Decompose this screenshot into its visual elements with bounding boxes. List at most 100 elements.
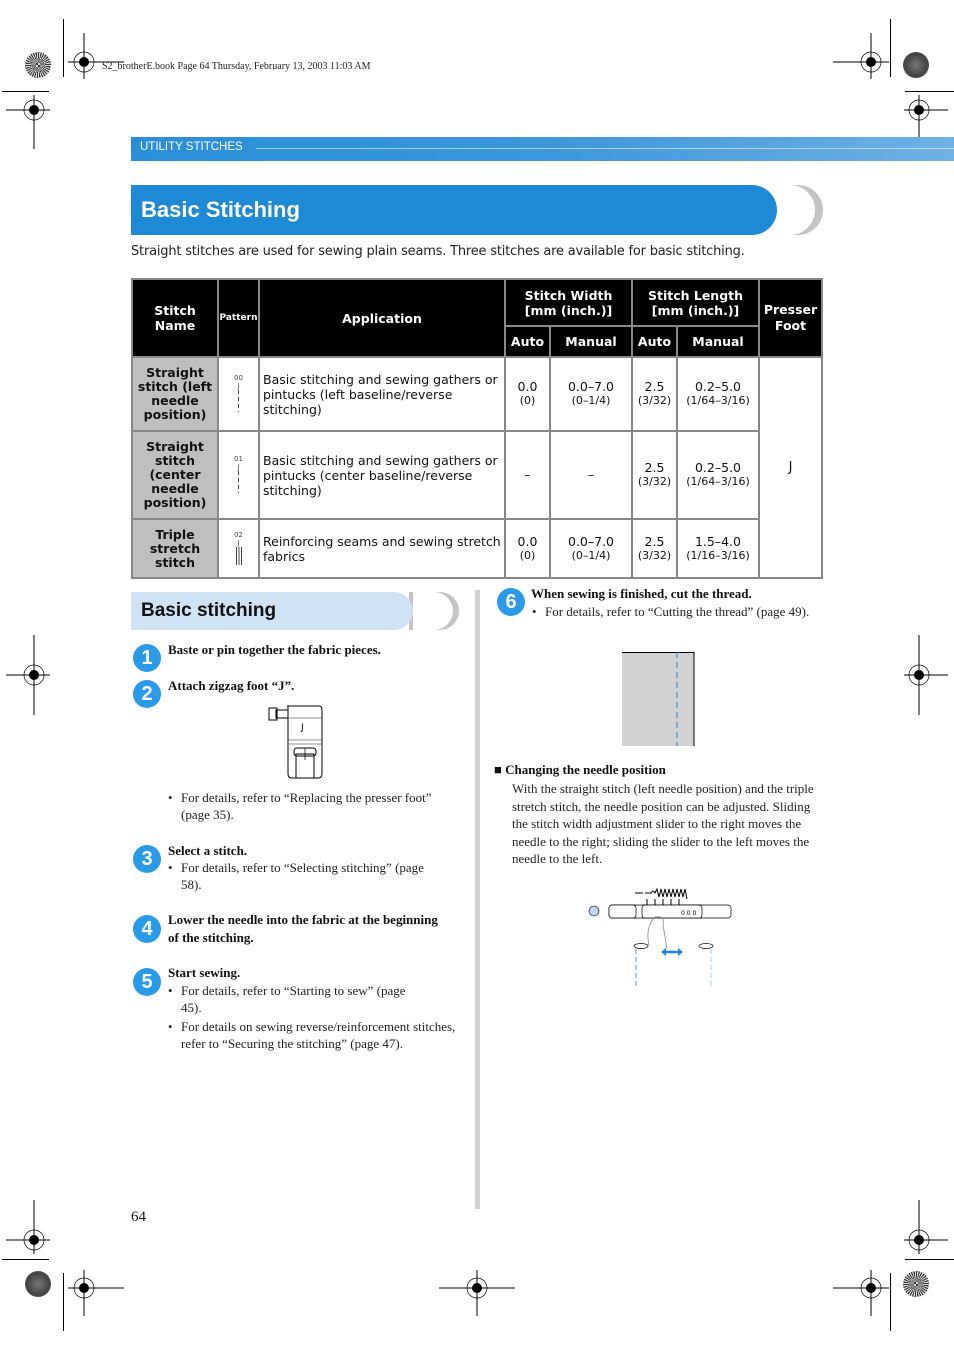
crop-line	[63, 19, 64, 77]
value-mm: 2.5	[644, 533, 665, 549]
registration-mark-icon	[833, 33, 889, 79]
stitch-name: Straight stitch (center needle position)	[131, 430, 219, 520]
stitch-table: Stitch Name Pattern Application Stitch W…	[131, 278, 823, 579]
pattern-number: 01	[234, 455, 243, 463]
zigzag-foot-j-illustration: J	[268, 705, 323, 779]
crop-line	[905, 1259, 954, 1260]
header-stitch-width: Stitch Width [mm (inch.)]	[504, 278, 633, 327]
value-mm: –	[587, 467, 595, 482]
value-mm: –	[524, 467, 531, 482]
value-mm: 0.2–5.0	[694, 379, 741, 394]
fabric-seam-illustration	[622, 652, 695, 746]
section-rule	[256, 148, 954, 149]
header-stitch-name: Stitch Name	[131, 278, 219, 358]
pattern-foot: J	[237, 538, 240, 547]
bullet-dot: •	[168, 983, 173, 998]
table-row: Triple stretch stitch 02 J Reinforcing s…	[131, 518, 822, 579]
needle-position-slider-illustration: 0 0 0	[588, 887, 732, 987]
step-title-4: Lower the needle into the fabric at the …	[168, 912, 438, 945]
width-auto: 0.0 (0)	[504, 356, 551, 432]
value-mm: 2.5	[644, 379, 665, 394]
color-target-icon	[25, 1271, 51, 1297]
bullet-text: For details, refer to “Selecting stitchi…	[181, 860, 424, 892]
step-title-2: Attach zigzag foot “J”.	[168, 678, 295, 693]
bullet-dot: •	[168, 1019, 173, 1034]
crop-line	[890, 1273, 891, 1331]
table-row: Straight stitch (center needle position)…	[131, 430, 822, 520]
value-inch: (1/16–3/16)	[686, 548, 750, 562]
page-title: Basic Stitching	[141, 197, 300, 222]
value-inch: (3/32)	[637, 475, 672, 488]
pattern-icon: 00 J	[217, 356, 260, 432]
bullet-dot: •	[168, 860, 173, 875]
note-body: With the straight stitch (left needle po…	[512, 781, 814, 866]
pattern-number: 00	[234, 374, 243, 382]
pattern-foot: J	[237, 463, 240, 471]
application: Reinforcing seams and sewing stretch fab…	[258, 518, 506, 579]
value-mm: 0.2–5.0	[694, 460, 741, 475]
step-badge-4: 4	[133, 915, 161, 943]
value-inch: (0)	[519, 548, 536, 562]
value-inch: (1/64–3/16)	[686, 394, 750, 407]
header-presser-foot: Presser Foot	[758, 278, 823, 358]
header-stitch-length-unit: [mm (inch.)]	[651, 302, 740, 318]
width-auto: 0.0 (0)	[504, 518, 551, 579]
length-auto: 2.5 (3/32)	[631, 518, 678, 579]
length-manual: 0.2–5.0 (1/64–3/16)	[676, 356, 760, 432]
width-manual: –	[549, 430, 633, 520]
value-inch: (0)	[519, 394, 536, 407]
column-divider	[475, 590, 480, 1209]
bullet-dot: •	[168, 790, 173, 805]
table-row: Straight stitch (left needle position) 0…	[131, 356, 823, 579]
value-mm: 0.0	[517, 379, 538, 394]
value-inch: (3/32)	[637, 394, 672, 407]
svg-text:0 0 0: 0 0 0	[681, 910, 696, 917]
value-inch: (3/32)	[637, 548, 672, 562]
pattern-foot: J	[237, 382, 240, 390]
step-2-bullet: • For details, refer to “Replacing the pr…	[168, 789, 461, 823]
color-target-icon	[903, 52, 929, 78]
step-badge-5: 5	[133, 968, 161, 996]
note-heading-text: Changing the needle position	[505, 762, 666, 777]
step-title-5: Start sewing.	[168, 965, 241, 980]
step-title-1: Baste or pin together the fabric pieces.	[168, 642, 381, 657]
triple-stitch-icon	[235, 546, 242, 565]
application: Basic stitching and sewing gathers or pi…	[258, 430, 506, 520]
value-mm: 1.5–4.0	[694, 533, 741, 549]
bullet-dot: •	[532, 604, 537, 619]
step-badge-6: 6	[497, 588, 525, 616]
crop-line	[2, 1259, 49, 1260]
bullet-text: For details on sewing reverse/reinforcem…	[181, 1019, 456, 1051]
file-header: S2_brotherE.book Page 64 Thursday, Febru…	[102, 61, 371, 72]
foot-label: J	[300, 723, 304, 733]
length-manual: 1.5–4.0 (1/16–3/16)	[676, 518, 760, 579]
registration-mark-icon	[904, 1200, 948, 1254]
registration-mark-icon	[6, 95, 50, 149]
step-badge-3: 3	[133, 845, 161, 873]
header-pattern: Pattern	[217, 278, 260, 358]
registration-mark-icon	[6, 1200, 50, 1254]
straight-stitch-icon	[238, 390, 239, 412]
value-mm: 0.0	[517, 533, 538, 549]
header-stitch-length-label: Stitch Length	[647, 287, 744, 303]
header-width-manual: Manual	[549, 325, 633, 358]
header-stitch-width-unit: [mm (inch.)]	[524, 302, 613, 318]
header-stitch-width-label: Stitch Width	[524, 287, 613, 303]
registration-mark-icon	[6, 635, 50, 715]
color-target-icon	[25, 52, 51, 78]
registration-mark-icon	[833, 1270, 889, 1316]
crop-line	[905, 91, 954, 92]
header-application: Application	[258, 278, 506, 358]
intro-text: Straight stitches are used for sewing pl…	[131, 244, 745, 259]
bullet-text: For details, refer to “Starting to sew” …	[181, 983, 406, 1015]
subheading: Basic stitching	[141, 600, 277, 621]
width-auto: –	[504, 430, 551, 520]
color-target-icon	[903, 1271, 929, 1297]
length-manual: 0.2–5.0 (1/64–3/16)	[676, 430, 760, 520]
width-manual: 0.0–7.0 (0–1/4)	[549, 356, 633, 432]
subheading-bar: Basic stitching	[131, 592, 459, 630]
value-inch: (1/64–3/16)	[686, 475, 750, 488]
step-5-bullet-1: • For details, refer to “Starting to sew”…	[168, 982, 421, 1016]
crop-line	[2, 91, 49, 92]
value-mm: 2.5	[644, 460, 665, 475]
